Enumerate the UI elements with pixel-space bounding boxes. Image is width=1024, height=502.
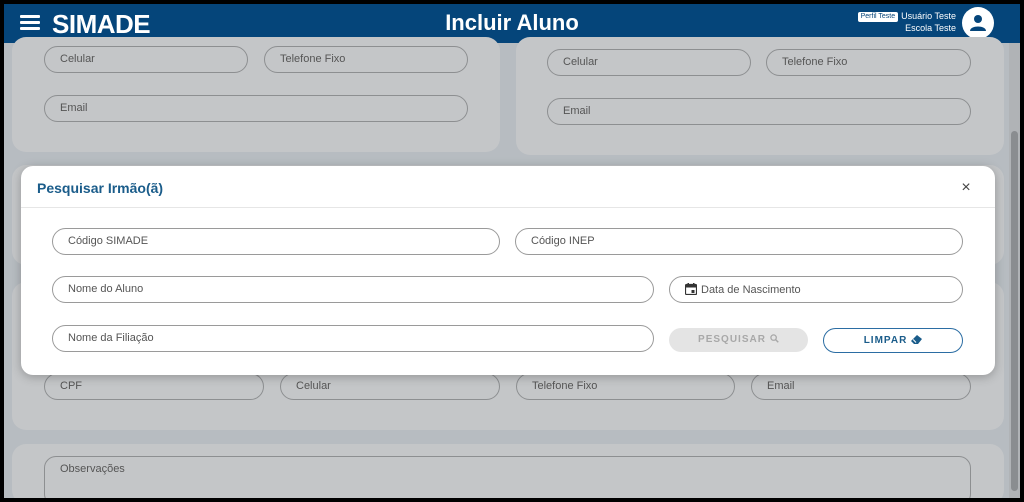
eraser-icon xyxy=(911,330,923,353)
limpar-button[interactable]: LIMPAR xyxy=(823,328,963,353)
school-name: Escola Teste xyxy=(905,23,956,33)
search-icon xyxy=(770,329,779,353)
nome-filiacao-input[interactable]: Nome da Filiação xyxy=(52,325,654,352)
page-scrollbar[interactable] xyxy=(1009,43,1020,498)
email-field-lower[interactable]: Email xyxy=(751,373,971,400)
data-nascimento-placeholder: Data de Nascimento xyxy=(701,284,801,296)
pesquisar-button[interactable]: PESQUISAR xyxy=(669,328,808,352)
user-icon xyxy=(970,15,986,31)
search-sibling-modal: Pesquisar Irmão(ã) × Código SIMADE Códig… xyxy=(21,166,995,375)
modal-divider xyxy=(21,207,995,208)
telefone-fixo-field-lower[interactable]: Telefone Fixo xyxy=(516,373,735,400)
cpf-field[interactable]: CPF xyxy=(44,373,264,400)
celular-field-right[interactable]: Celular xyxy=(547,49,751,76)
modal-title: Pesquisar Irmão(ã) xyxy=(37,180,164,196)
avatar[interactable] xyxy=(962,7,994,39)
telefone-fixo-field-left[interactable]: Telefone Fixo xyxy=(264,46,468,73)
observacoes-field[interactable]: Observações xyxy=(44,456,971,498)
scrollbar-thumb[interactable] xyxy=(1011,131,1018,491)
celular-field-left[interactable]: Celular xyxy=(44,46,248,73)
limpar-label: LIMPAR xyxy=(863,335,908,346)
pesquisar-label: PESQUISAR xyxy=(698,334,766,345)
codigo-simade-input[interactable]: Código SIMADE xyxy=(52,228,500,255)
celular-field-lower[interactable]: Celular xyxy=(280,373,500,400)
telefone-fixo-field-right[interactable]: Telefone Fixo xyxy=(766,49,971,76)
profile-badge: Perfil Teste xyxy=(857,12,899,22)
nome-aluno-input[interactable]: Nome do Aluno xyxy=(52,276,654,303)
calendar-icon xyxy=(684,283,698,298)
close-icon[interactable]: × xyxy=(958,180,974,196)
app-window: SIMADE Incluir Aluno Perfil Teste Usuário… xyxy=(4,4,1020,498)
codigo-inep-input[interactable]: Código INEP xyxy=(515,228,963,255)
email-field-right[interactable]: Email xyxy=(547,98,971,125)
user-name: Usuário Teste xyxy=(901,11,956,21)
data-nascimento-input[interactable]: Data de Nascimento xyxy=(669,276,963,303)
email-field-left[interactable]: Email xyxy=(44,95,468,122)
user-info: Perfil Teste Usuário Teste Escola Teste xyxy=(857,10,956,34)
